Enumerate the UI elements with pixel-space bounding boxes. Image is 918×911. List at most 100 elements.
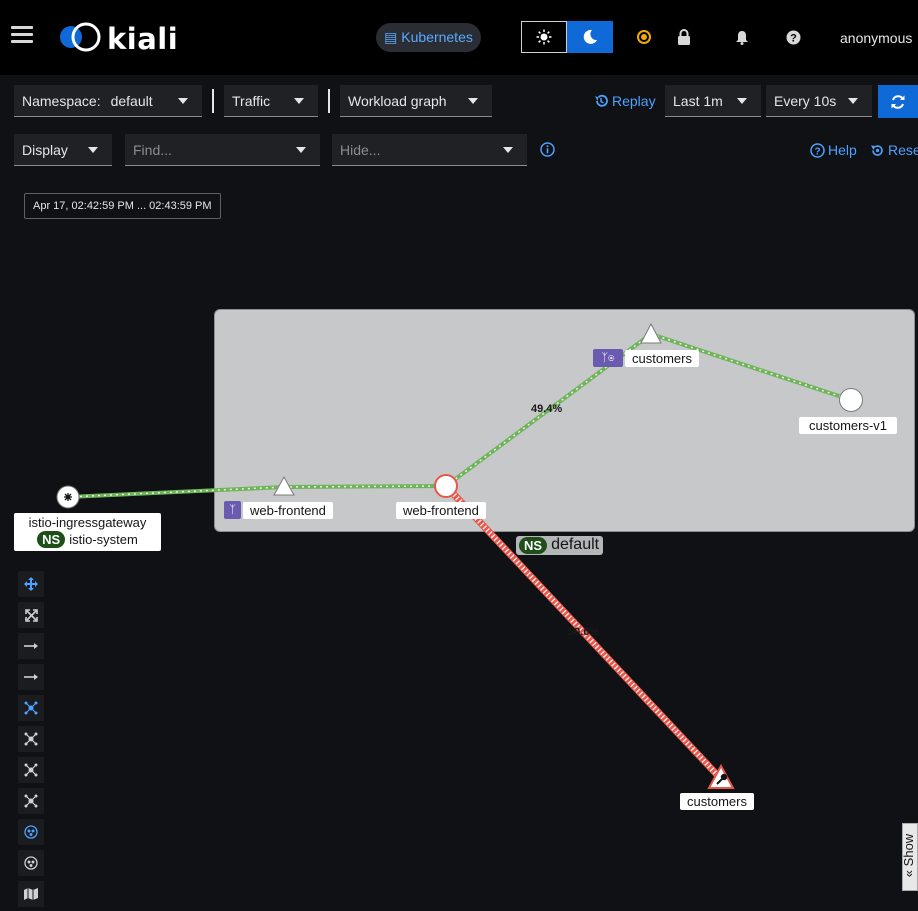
customers-external-label[interactable]: customers xyxy=(680,793,754,810)
layout-default-button[interactable] xyxy=(18,633,44,659)
chevron-down-icon xyxy=(296,147,306,153)
ingress-node-label[interactable]: istio-ingressgateway NS istio-system xyxy=(14,513,161,551)
arrows-alt-icon xyxy=(24,577,38,591)
sun-icon xyxy=(536,29,552,45)
customers-service-name: customers xyxy=(625,349,699,367)
help-label: Help xyxy=(828,142,857,158)
legend-show-tab[interactable]: « Show xyxy=(901,823,918,891)
web-frontend-workload-label[interactable]: web-frontend xyxy=(396,502,486,519)
fit-to-screen-button[interactable] xyxy=(18,602,44,628)
reset-label: Rese xyxy=(888,142,918,158)
hide-input[interactable]: Hide... xyxy=(332,134,527,166)
replay-label: Replay xyxy=(612,93,656,109)
username[interactable]: anonymous xyxy=(840,30,912,46)
chevron-down-icon xyxy=(737,98,747,104)
web-frontend-service-label[interactable]: ᛉ web-frontend xyxy=(224,501,333,519)
cluster-badge[interactable]: ▤ Kubernetes xyxy=(376,23,481,52)
graph-type-select[interactable]: Workload graph xyxy=(340,85,492,117)
logo-text[interactable]: kiali xyxy=(107,22,178,56)
refresh-interval-select[interactable]: Every 10s xyxy=(766,85,872,117)
virtual-service-icon: ᛉ◉ xyxy=(593,349,623,367)
light-theme-button[interactable] xyxy=(521,21,567,53)
topology-icon xyxy=(24,732,38,746)
dark-theme-button[interactable] xyxy=(567,21,613,53)
namespace-box-name: default xyxy=(551,536,600,553)
chevron-down-icon xyxy=(468,98,478,104)
help-button[interactable]: ? Help xyxy=(810,142,857,158)
layout-1-button[interactable] xyxy=(18,695,44,721)
edge-label-customers-external: 50.6% xyxy=(568,626,600,638)
legend-show-label: « Show xyxy=(901,834,916,877)
layout-3-button[interactable] xyxy=(18,757,44,783)
layout-4-button[interactable] xyxy=(18,788,44,814)
namespace-box-label[interactable]: NS default xyxy=(516,536,604,555)
namespace-layout-2-button[interactable] xyxy=(18,850,44,876)
edge-label-customers: 49.4% xyxy=(531,403,563,415)
chevron-down-icon xyxy=(88,147,98,153)
find-placeholder: Find... xyxy=(133,141,172,158)
web-frontend-service-name: web-frontend xyxy=(243,501,333,519)
topology-icon xyxy=(24,763,38,777)
reset-button[interactable]: Rese xyxy=(870,142,918,158)
layout-2-button[interactable] xyxy=(18,726,44,752)
customers-external-node[interactable] xyxy=(707,764,735,790)
sync-icon xyxy=(891,94,905,109)
info-icon[interactable] xyxy=(540,142,555,162)
help-icon[interactable]: ? xyxy=(784,28,802,46)
layout-cola-button[interactable] xyxy=(18,664,44,690)
traffic-select[interactable]: Traffic xyxy=(224,85,318,117)
cluster-icon: ▤ xyxy=(384,29,398,45)
virtual-service-icon: ᛉ xyxy=(224,501,241,519)
menu-icon[interactable] xyxy=(11,26,33,44)
chevron-down-icon xyxy=(178,98,188,104)
display-select[interactable]: Display xyxy=(14,134,112,166)
svg-text:?: ? xyxy=(790,32,797,44)
divider xyxy=(212,89,214,113)
ingress-gateway-node[interactable] xyxy=(54,484,82,512)
hide-placeholder: Hide... xyxy=(340,141,381,158)
replay-button[interactable]: Replay xyxy=(594,93,656,109)
chevron-down-icon xyxy=(503,147,513,153)
topology-icon xyxy=(24,701,38,715)
masthead: kiali ▤ Kubernetes ? anonymous xyxy=(0,0,918,75)
find-input[interactable]: Find... xyxy=(125,134,320,166)
bell-icon[interactable] xyxy=(733,28,751,46)
svg-text:?: ? xyxy=(814,146,820,157)
namespace-layout-1-button[interactable] xyxy=(18,819,44,845)
long-arrow-right-icon xyxy=(24,674,38,680)
customers-service-node[interactable] xyxy=(638,322,664,346)
refresh-button[interactable] xyxy=(878,85,918,118)
moon-icon xyxy=(583,29,597,44)
status-icon[interactable] xyxy=(635,28,653,46)
namespace-label: Namespace: xyxy=(22,92,101,109)
ingress-node-namespace: istio-system xyxy=(69,532,138,547)
long-arrow-right-icon xyxy=(24,643,38,649)
ns-badge: NS xyxy=(37,531,66,548)
namespace-value: default xyxy=(110,92,153,109)
namespace-select[interactable]: Namespace: default xyxy=(14,85,202,117)
cluster-label: Kubernetes xyxy=(401,29,473,45)
duration-select[interactable]: Last 1m xyxy=(665,85,761,117)
web-frontend-service-node[interactable] xyxy=(272,474,298,498)
ns-badge: NS xyxy=(519,536,548,554)
customers-service-label[interactable]: ᛉ◉ customers xyxy=(593,349,699,367)
customers-v1-node[interactable] xyxy=(838,387,866,415)
minimap-button[interactable] xyxy=(18,881,44,907)
reset-icon xyxy=(871,144,883,156)
kiali-logo-icon xyxy=(60,22,101,52)
history-icon xyxy=(595,94,608,107)
group-icon xyxy=(24,825,38,839)
ingress-node-name: istio-ingressgateway xyxy=(28,515,147,530)
pan-button[interactable] xyxy=(18,571,44,597)
lock-icon[interactable] xyxy=(675,28,693,46)
legend-tab-text: Show xyxy=(901,833,917,867)
traffic-label: Traffic xyxy=(232,92,271,109)
chevron-down-icon xyxy=(848,98,858,104)
chevron-down-icon xyxy=(294,98,304,104)
customers-v1-label[interactable]: customers-v1 xyxy=(799,417,898,434)
web-frontend-workload-node[interactable] xyxy=(433,473,461,501)
map-icon xyxy=(24,888,38,900)
group-icon xyxy=(24,856,38,870)
duration-label: Last 1m xyxy=(673,92,723,109)
display-label: Display xyxy=(22,141,68,158)
